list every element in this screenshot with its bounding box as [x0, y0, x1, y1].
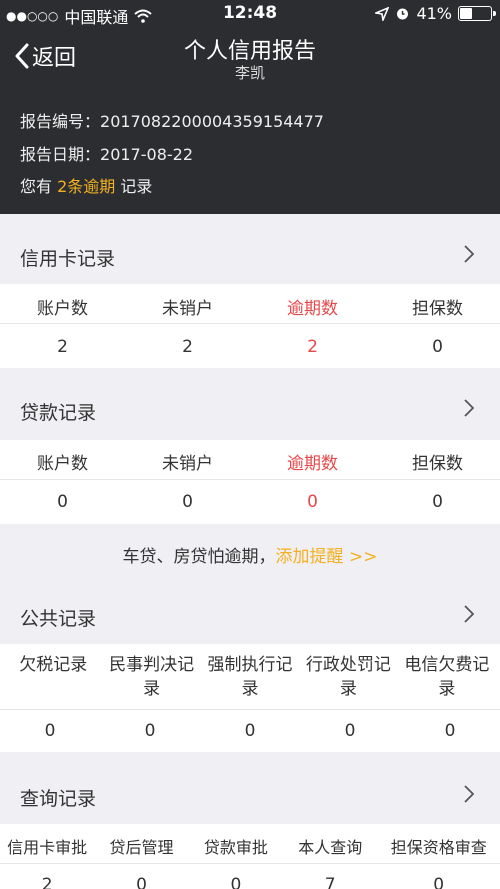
page-subtitle: 李凯 [234, 64, 265, 82]
public-record-grid: 欠税记录 民事判决记录 强制执行记录 行政处罚记录 电信欠费记录 0 0 0 0… [0, 644, 500, 752]
public-record-title: 公共记录 [20, 608, 97, 630]
alarm-icon [397, 8, 409, 20]
overdue-prefix: 您有 [20, 177, 58, 196]
credit-card-section-header[interactable]: 信用卡记录 [0, 214, 500, 284]
credit-card-header-overdue: 逾期数 [287, 299, 338, 319]
query-record-value-guarantee: 0 [433, 875, 445, 889]
location-icon [375, 6, 390, 21]
chevron-right-icon [464, 785, 474, 803]
public-record-section-header[interactable]: 公共记录 [0, 580, 500, 644]
query-record-header-guarantee: 担保资格审查 [390, 838, 487, 857]
credit-card-header-row: 账户数 未销户 逾期数 担保数 [0, 284, 500, 324]
public-record-value-civil: 0 [144, 721, 156, 741]
add-reminder-link[interactable]: 添加提醒 >> [276, 547, 378, 567]
loan-header-guarantee: 担保数 [412, 454, 463, 474]
loan-value-guarantee: 0 [432, 492, 443, 512]
loan-header-overdue: 逾期数 [287, 454, 338, 474]
query-record-header-loan-approval: 贷款审批 [203, 838, 268, 857]
query-record-value-post-loan: 0 [136, 875, 147, 889]
credit-card-grid: 账户数 未销户 逾期数 担保数 2 2 2 0 [0, 284, 500, 368]
public-record-value-row: 0 0 0 0 0 [0, 710, 500, 752]
overdue-suffix: 记录 [115, 177, 153, 196]
report-date-value: 2017-08-22 [100, 145, 193, 164]
query-record-value-card-approval: 2 [41, 875, 53, 889]
loan-header-row: 账户数 未销户 逾期数 担保数 [0, 440, 500, 480]
report-number: 报告编号：2017082200004359154477 [20, 108, 324, 132]
page-title: 个人信用报告 [183, 39, 316, 64]
credit-card-value-row: 2 2 2 0 [0, 324, 500, 368]
public-record-value-telecom: 0 [444, 721, 456, 741]
query-record-header-self: 本人查询 [298, 838, 363, 857]
query-record-title: 查询记录 [20, 788, 97, 810]
report-number-value: 2017082200004359154477 [100, 112, 324, 131]
loan-grid: 账户数 未销户 逾期数 担保数 0 0 0 0 [0, 440, 500, 524]
public-record-header-telecom: 电信欠费记录 [404, 655, 490, 699]
public-record-header-enforcement: 强制执行记录 [207, 655, 293, 699]
report-date-label: 报告日期： [20, 145, 101, 164]
credit-card-value-guarantee: 0 [432, 337, 443, 357]
overdue-count: 2条逾期 [57, 177, 116, 196]
credit-card-header-guarantee: 担保数 [412, 299, 463, 319]
query-record-header-post-loan: 贷后管理 [109, 838, 174, 857]
query-record-header-row: 信用卡审批 贷后管理 贷款审批 本人查询 担保资格审查 [0, 824, 500, 864]
loan-value-accounts: 0 [57, 492, 68, 512]
chevron-right-icon [464, 399, 474, 417]
overdue-summary: 您有 2条逾期 记录 [20, 173, 152, 197]
status-bar: ●●○○○ 中国联通 12:48 41% [0, 0, 500, 28]
promo-text: 车贷、房贷怕逾期， [122, 547, 276, 567]
credit-card-header-open: 未销户 [162, 299, 213, 319]
loan-header-accounts: 账户数 [37, 454, 88, 474]
loan-header-open: 未销户 [162, 454, 213, 474]
public-record-header-civil: 民事判决记录 [109, 655, 195, 699]
credit-card-title: 信用卡记录 [20, 248, 116, 270]
loan-value-open: 0 [182, 492, 193, 512]
public-record-header-tax: 欠税记录 [19, 655, 88, 675]
public-record-value-enforcement: 0 [244, 721, 256, 741]
loan-title: 贷款记录 [20, 402, 97, 424]
header: ●●○○○ 中国联通 12:48 41% 返回 个人信用报告 李凯 报告编号：2… [0, 0, 500, 214]
query-record-section-header[interactable]: 查询记录 [0, 752, 500, 824]
credit-card-value-overdue: 2 [307, 337, 318, 357]
query-record-value-loan-approval: 0 [230, 875, 242, 889]
promo-banner: 车贷、房贷怕逾期，添加提醒 >> [0, 542, 500, 567]
report-number-label: 报告编号： [20, 112, 101, 131]
query-record-grid: 信用卡审批 贷后管理 贷款审批 本人查询 担保资格审查 2 0 0 7 0 [0, 824, 500, 889]
loan-value-row: 0 0 0 0 [0, 480, 500, 524]
query-record-value-self: 7 [324, 875, 336, 889]
battery-percent: 41% [416, 4, 452, 23]
query-record-value-row: 2 0 0 7 0 [0, 864, 500, 889]
loan-value-overdue: 0 [307, 492, 318, 512]
chevron-right-icon [464, 245, 474, 263]
report-date: 报告日期：2017-08-22 [20, 141, 193, 165]
query-record-header-card-approval: 信用卡审批 [7, 838, 88, 857]
battery-icon [458, 6, 496, 21]
public-record-value-admin: 0 [344, 721, 356, 741]
credit-card-header-accounts: 账户数 [37, 299, 88, 319]
credit-card-value-open: 2 [182, 337, 193, 357]
public-record-header-row: 欠税记录 民事判决记录 强制执行记录 行政处罚记录 电信欠费记录 [0, 644, 500, 710]
public-record-value-tax: 0 [44, 721, 56, 741]
credit-card-value-accounts: 2 [57, 337, 68, 357]
public-record-header-admin: 行政处罚记录 [305, 655, 391, 699]
loan-section-header[interactable]: 贷款记录 [0, 368, 500, 440]
chevron-right-icon [464, 605, 474, 623]
